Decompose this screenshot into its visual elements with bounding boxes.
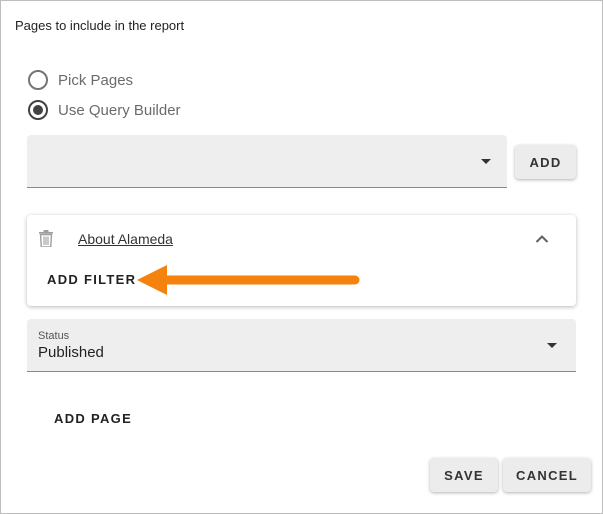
- status-value: Published: [38, 344, 104, 361]
- caret-down-icon: [481, 159, 491, 164]
- add-button[interactable]: ADD: [515, 145, 576, 179]
- radio-pick-pages-circle[interactable]: [28, 70, 48, 90]
- arrow-left-icon: [137, 265, 360, 295]
- section-title: Pages to include in the report: [15, 18, 185, 33]
- add-filter-button[interactable]: ADD FILTER: [47, 272, 136, 287]
- radio-use-query-builder-label: Use Query Builder: [58, 101, 181, 119]
- radio-pick-pages[interactable]: Pick Pages: [28, 70, 133, 90]
- add-page-button[interactable]: ADD PAGE: [54, 411, 132, 426]
- save-button[interactable]: SAVE: [430, 458, 498, 492]
- radio-use-query-builder-circle[interactable]: [28, 100, 48, 120]
- caret-down-icon: [547, 343, 557, 348]
- radio-use-query-builder[interactable]: Use Query Builder: [28, 100, 181, 120]
- radio-pick-pages-label: Pick Pages: [58, 71, 134, 89]
- page-name-link[interactable]: About Alameda: [78, 231, 173, 247]
- cancel-button[interactable]: CANCEL: [503, 458, 591, 492]
- report-pages-panel: Pages to include in the report Pick Page…: [0, 0, 603, 514]
- chevron-up-icon[interactable]: [535, 234, 549, 244]
- status-select[interactable]: Status Published: [27, 319, 576, 372]
- trash-icon[interactable]: [39, 230, 53, 247]
- status-label: Status: [38, 330, 70, 342]
- page-select-dropdown[interactable]: [27, 135, 507, 188]
